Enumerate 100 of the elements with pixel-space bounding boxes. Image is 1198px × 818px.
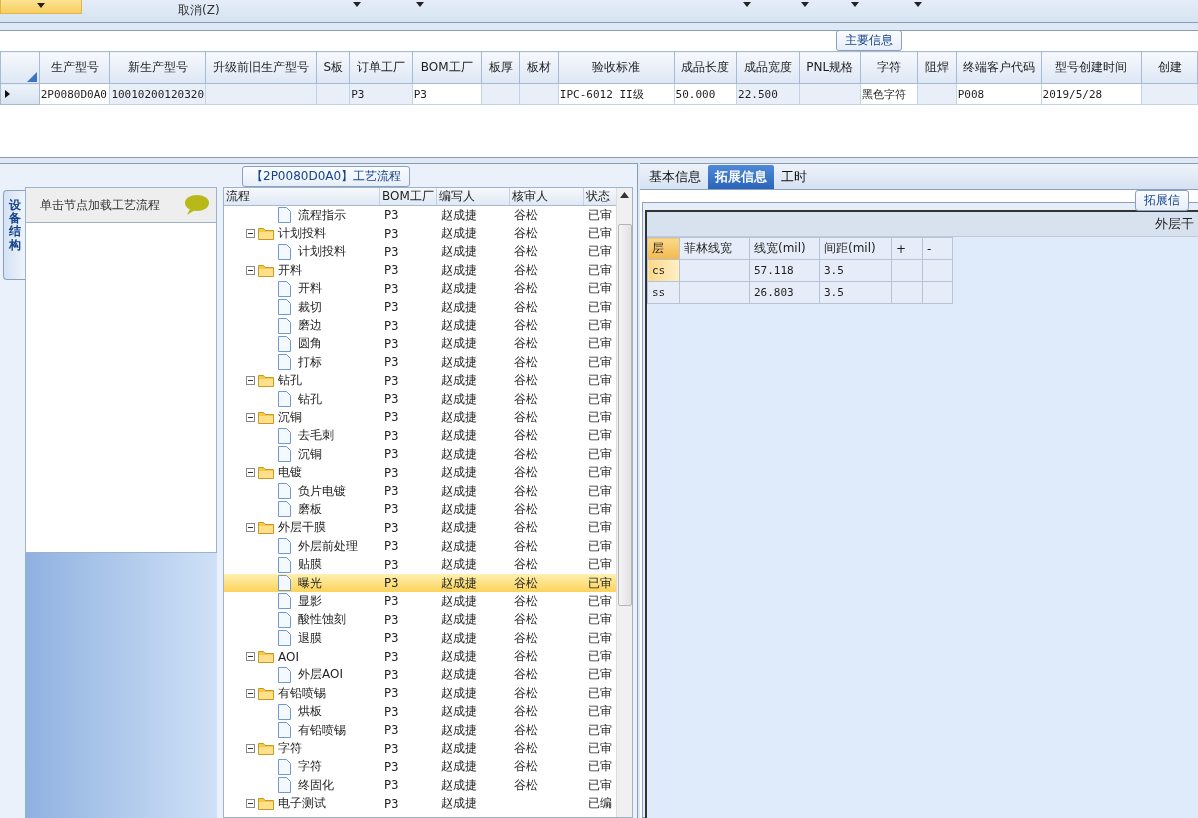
column-header[interactable]: 阻焊 bbox=[917, 51, 957, 84]
tab[interactable]: 拓展信息 bbox=[708, 165, 774, 189]
node-label: 钻孔 bbox=[298, 390, 322, 408]
document-icon bbox=[278, 335, 291, 352]
table-cell-text: 已审 bbox=[587, 721, 613, 739]
collapse-icon[interactable] bbox=[246, 799, 255, 809]
collapse-icon[interactable] bbox=[246, 468, 255, 478]
column-header[interactable]: PNL规格 bbox=[799, 51, 861, 84]
column-header[interactable]: 线宽(mil) bbox=[749, 237, 820, 260]
column-header[interactable]: 字符 bbox=[860, 51, 918, 84]
column-header[interactable]: 型号创建时间 bbox=[1041, 51, 1142, 84]
table-cell-text: 谷松 bbox=[513, 721, 539, 739]
caret-icon[interactable] bbox=[851, 2, 859, 7]
tree-row[interactable]: 开料 P3 赵成捷 谷松 已审 bbox=[224, 279, 616, 298]
tree-row[interactable]: 字符 P3 赵成捷 谷松 已审 bbox=[224, 739, 616, 758]
table-cell-text: 已审 bbox=[587, 482, 613, 500]
column-header[interactable]: 层 bbox=[647, 237, 680, 260]
collapse-icon[interactable] bbox=[246, 376, 255, 386]
column-header[interactable]: 间距(mil) bbox=[819, 237, 892, 260]
collapse-icon[interactable] bbox=[246, 523, 255, 533]
column-header[interactable]: 核审人 bbox=[510, 188, 584, 205]
tree-row[interactable]: 烘板 P3 赵成捷 谷松 已审 bbox=[224, 702, 616, 721]
tree-row[interactable]: 磨板 P3 赵成捷 谷松 已审 bbox=[224, 500, 616, 519]
tree-row[interactable]: 沉铜 P3 赵成捷 谷松 已审 bbox=[224, 445, 616, 464]
column-header[interactable]: 板厚 bbox=[481, 51, 520, 84]
tree-row[interactable]: 打标 P3 赵成捷 谷松 已审 bbox=[224, 353, 616, 372]
column-header[interactable]: BOM工厂 bbox=[412, 51, 482, 84]
tree-row[interactable]: 有铅喷锡 P3 赵成捷 谷松 已审 bbox=[224, 720, 616, 740]
column-header[interactable]: 编写人 bbox=[437, 188, 510, 205]
column-header[interactable]: 终端客户代码 bbox=[956, 51, 1042, 84]
tree-row[interactable]: 流程指示 P3 赵成捷 谷松 已审 bbox=[224, 206, 616, 225]
tree-row[interactable]: 外层干膜 P3 赵成捷 谷松 已审 bbox=[224, 518, 616, 538]
column-header[interactable]: BOM工厂 bbox=[380, 188, 437, 205]
column-header[interactable]: 验收标准 bbox=[558, 51, 674, 84]
table-cell-text: 已审 bbox=[587, 409, 613, 426]
table-cell-text: P3 bbox=[383, 759, 400, 774]
tree-row[interactable]: 沉铜 P3 赵成捷 谷松 已审 bbox=[224, 408, 616, 427]
column-header[interactable]: 板材 bbox=[519, 51, 559, 84]
collapse-icon[interactable] bbox=[246, 652, 255, 662]
row-header[interactable] bbox=[0, 83, 40, 105]
folder-icon bbox=[258, 797, 274, 811]
node-label: 计划投料 bbox=[298, 243, 346, 261]
tree-row[interactable]: 电子测试 P3 赵成捷 已编 bbox=[224, 794, 616, 813]
tree-row[interactable]: AOI P3 赵成捷 谷松 已审 bbox=[224, 647, 616, 666]
tree-row[interactable]: 外层AOI P3 赵成捷 谷松 已审 bbox=[224, 665, 616, 685]
tab[interactable]: 基本信息 bbox=[642, 165, 708, 189]
caret-icon[interactable] bbox=[416, 2, 424, 7]
table-cell-text: 已审 bbox=[587, 500, 613, 518]
tab[interactable]: 工时 bbox=[774, 165, 814, 189]
side-tab[interactable]: 设备结构 bbox=[3, 190, 25, 280]
collapse-icon[interactable] bbox=[246, 229, 255, 239]
collapse-icon[interactable] bbox=[246, 688, 255, 698]
column-header[interactable]: 新生产型号 bbox=[109, 51, 206, 84]
tree-row[interactable]: 显影 P3 赵成捷 谷松 已审 bbox=[224, 592, 616, 611]
tree-row[interactable]: 曝光 P3 赵成捷 谷松 已审 bbox=[224, 573, 616, 593]
document-icon bbox=[278, 280, 291, 297]
column-header[interactable]: 成品长度 bbox=[674, 51, 737, 84]
tree-row[interactable]: 外层前处理 P3 赵成捷 谷松 已审 bbox=[224, 537, 616, 556]
tree-row[interactable]: 终固化 P3 赵成捷 谷松 已审 bbox=[224, 776, 616, 795]
column-header[interactable]: 流程 bbox=[224, 188, 380, 205]
column-header[interactable]: 生产型号 bbox=[39, 51, 110, 84]
scrollbar[interactable] bbox=[616, 188, 632, 817]
scroll-up-icon[interactable] bbox=[620, 192, 629, 198]
table-cell-text: 赵成捷 bbox=[440, 740, 478, 757]
collapse-icon[interactable] bbox=[246, 265, 255, 275]
tree-row[interactable]: 有铅喷锡 P3 赵成捷 谷松 已审 bbox=[224, 684, 616, 703]
tree-row[interactable]: 钻孔 P3 赵成捷 谷松 已审 bbox=[224, 371, 616, 390]
tree-row[interactable]: 钻孔 P3 赵成捷 谷松 已审 bbox=[224, 389, 616, 409]
tree-row[interactable]: 计划投料 P3 赵成捷 谷松 已审 bbox=[224, 224, 616, 243]
column-header[interactable]: + bbox=[891, 237, 923, 260]
column-header[interactable]: 订单工厂 bbox=[349, 51, 413, 84]
tree-row[interactable]: 圆角 P3 赵成捷 谷松 已审 bbox=[224, 334, 616, 354]
tree-row[interactable]: 电镀 P3 赵成捷 谷松 已审 bbox=[224, 463, 616, 482]
tree-row[interactable]: 计划投料 P3 赵成捷 谷松 已审 bbox=[224, 242, 616, 262]
column-header[interactable]: 成品宽度 bbox=[736, 51, 800, 84]
tree-row[interactable]: 酸性蚀刻 P3 赵成捷 谷松 已审 bbox=[224, 610, 616, 629]
tree-row[interactable]: 磨边 P3 赵成捷 谷松 已审 bbox=[224, 316, 616, 335]
cancel-button[interactable]: 取消(Z) bbox=[178, 2, 220, 19]
caret-icon[interactable] bbox=[743, 2, 751, 7]
column-header[interactable]: 升级前旧生产型号 bbox=[205, 51, 317, 84]
table-cell-text: 谷松 bbox=[513, 556, 539, 574]
collapse-icon[interactable] bbox=[246, 744, 255, 753]
tree-row[interactable]: 负片电镀 P3 赵成捷 谷松 已审 bbox=[224, 481, 616, 501]
tree-row[interactable]: 贴膜 P3 赵成捷 谷松 已审 bbox=[224, 555, 616, 574]
caret-icon[interactable] bbox=[801, 2, 809, 7]
tree-row[interactable]: 裁切 P3 赵成捷 谷松 已审 bbox=[224, 297, 616, 317]
column-header[interactable]: 菲林线宽 bbox=[679, 237, 750, 260]
tree-row[interactable]: 开料 P3 赵成捷 谷松 已审 bbox=[224, 261, 616, 280]
tree-row[interactable]: 退膜 P3 赵成捷 谷松 已审 bbox=[224, 629, 616, 648]
column-header[interactable]: - bbox=[922, 237, 953, 260]
caret-icon[interactable] bbox=[914, 2, 922, 7]
column-header[interactable]: S板 bbox=[316, 51, 350, 84]
caret-icon[interactable] bbox=[353, 2, 361, 7]
node-label: 裁切 bbox=[298, 298, 322, 316]
tree-row[interactable]: 字符 P3 赵成捷 谷松 已审 bbox=[224, 757, 616, 777]
table-cell-text: P3 bbox=[383, 355, 400, 370]
tree-row[interactable]: 去毛刺 P3 赵成捷 谷松 已审 bbox=[224, 426, 616, 446]
table-cell-text: 谷松 bbox=[513, 500, 539, 518]
column-header[interactable]: 创建 bbox=[1141, 51, 1198, 84]
collapse-icon[interactable] bbox=[246, 413, 255, 422]
